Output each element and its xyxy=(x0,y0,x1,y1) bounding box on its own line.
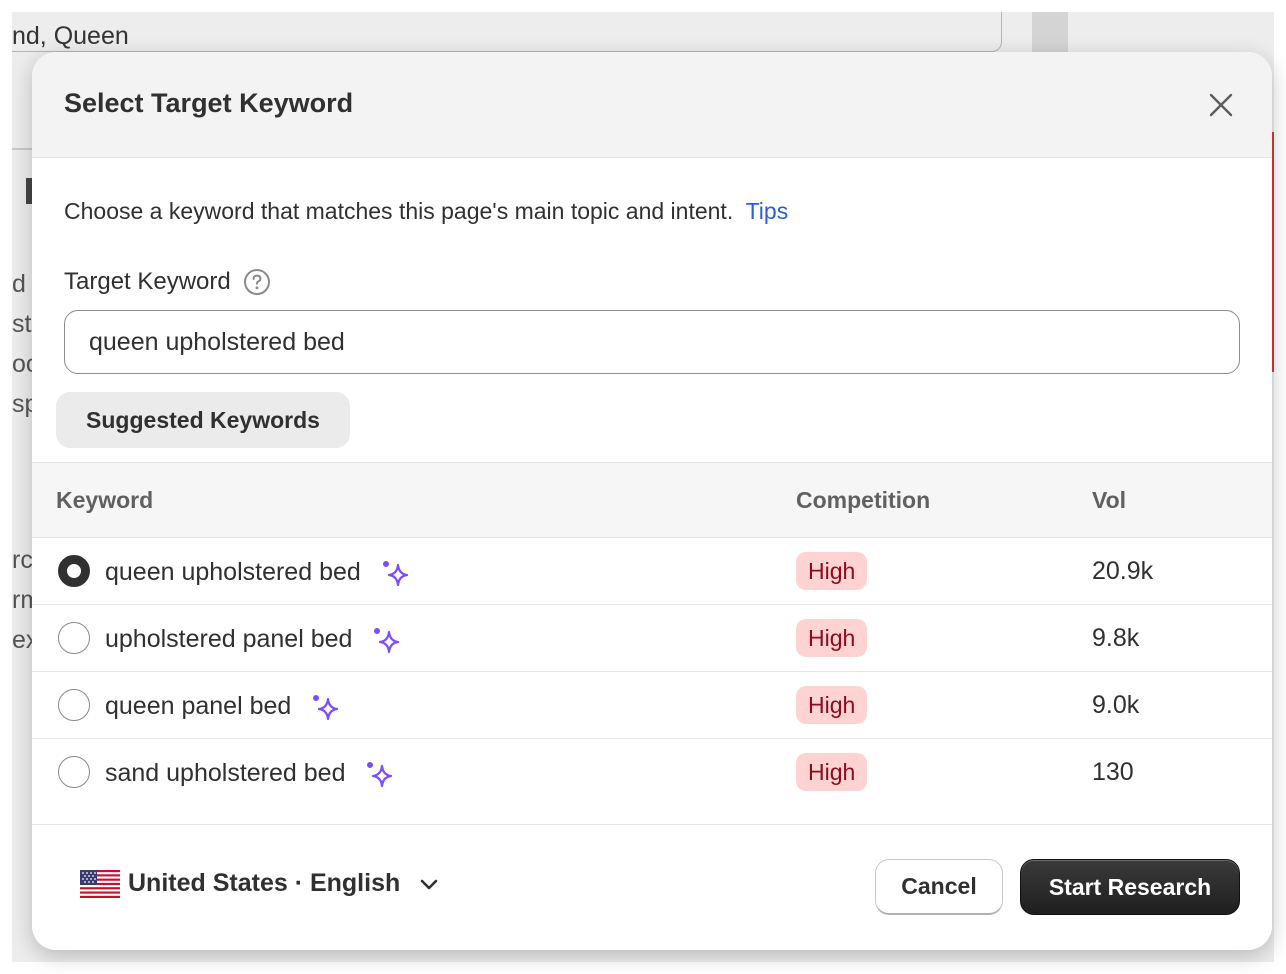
background-text-fragment: st xyxy=(12,310,32,338)
column-header-competition: Competition xyxy=(796,487,931,513)
background-text-fragment: rc xyxy=(12,546,33,574)
keyword-radio-selected[interactable] xyxy=(58,555,90,587)
chevron-down-icon xyxy=(420,879,438,889)
background-title-field[interactable]: nd, Queen xyxy=(12,12,1002,52)
target-keyword-input[interactable] xyxy=(64,310,1240,374)
ai-sparkle-icon xyxy=(382,561,408,587)
keyword-text: queen panel bed xyxy=(105,691,292,720)
background-scrollbar[interactable] xyxy=(1032,12,1068,52)
keyword-table: Keyword Competition Vol queen upholstere… xyxy=(32,462,1272,806)
table-row[interactable]: sand upholstered bed High 130 xyxy=(32,739,1272,806)
modal-footer: United States · English Cancel Start Res… xyxy=(32,824,1272,950)
close-icon xyxy=(1209,93,1233,117)
cancel-button[interactable]: Cancel xyxy=(875,859,1003,915)
suggested-keywords-button[interactable]: Suggested Keywords xyxy=(56,392,350,448)
competition-badge: High xyxy=(796,619,868,657)
keyword-text: queen upholstered bed xyxy=(105,557,361,586)
volume-value: 20.9k xyxy=(1092,557,1154,585)
question-circle-icon[interactable] xyxy=(243,268,271,296)
table-row[interactable]: upholstered panel bed High 9.8k xyxy=(32,605,1272,672)
keyword-text: upholstered panel bed xyxy=(105,624,353,653)
tips-link[interactable]: Tips xyxy=(746,198,789,224)
description-text: Choose a keyword that matches this page'… xyxy=(64,198,734,224)
volume-value: 9.0k xyxy=(1092,691,1140,719)
ai-sparkle-icon xyxy=(313,695,339,721)
table-row[interactable]: queen upholstered bed High 20.9k xyxy=(32,538,1272,605)
competition-badge: High xyxy=(796,753,868,791)
keyword-radio[interactable] xyxy=(58,622,90,654)
close-button[interactable] xyxy=(1204,88,1238,122)
target-keyword-label-text: Target Keyword xyxy=(64,268,231,295)
locale-label: United States · English xyxy=(128,869,401,897)
background-field-text: nd, Queen xyxy=(12,22,129,50)
target-keyword-label: Target Keyword xyxy=(64,268,271,296)
modal-description: Choose a keyword that matches this page'… xyxy=(64,198,788,225)
modal-header: Select Target Keyword xyxy=(32,52,1272,158)
locale-selector[interactable]: United States · English xyxy=(80,869,440,898)
ai-sparkle-icon xyxy=(367,762,393,788)
table-row[interactable]: queen panel bed High 9.0k xyxy=(32,672,1272,739)
column-header-keyword: Keyword xyxy=(56,487,154,513)
competition-badge: High xyxy=(796,552,868,590)
keyword-cell: queen upholstered bed xyxy=(105,555,411,589)
select-keyword-modal: Select Target Keyword Choose a keyword t… xyxy=(32,52,1272,950)
start-research-button[interactable]: Start Research xyxy=(1020,859,1240,915)
modal-title: Select Target Keyword xyxy=(64,88,354,118)
table-header: Keyword Competition Vol xyxy=(32,462,1272,538)
ai-sparkle-icon xyxy=(374,628,400,654)
keyword-cell: upholstered panel bed xyxy=(105,622,402,656)
keyword-radio[interactable] xyxy=(58,756,90,788)
keyword-cell: queen panel bed xyxy=(105,689,341,723)
keyword-cell: sand upholstered bed xyxy=(105,756,395,790)
keyword-radio[interactable] xyxy=(58,689,90,721)
volume-value: 130 xyxy=(1092,758,1134,786)
competition-badge: High xyxy=(796,686,868,724)
volume-value: 9.8k xyxy=(1092,624,1140,652)
column-header-vol: Vol xyxy=(1092,487,1127,513)
keyword-text: sand upholstered bed xyxy=(105,758,346,787)
us-flag-icon xyxy=(80,869,120,898)
